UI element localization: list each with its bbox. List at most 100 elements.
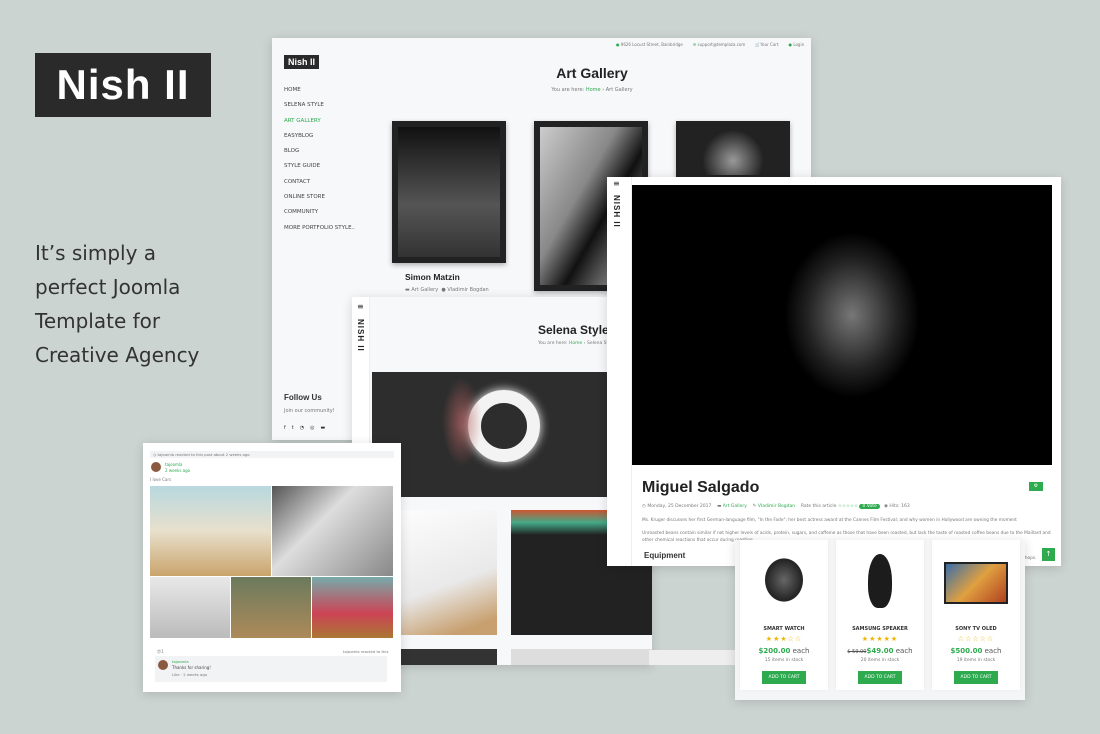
product-price: $500.00 each bbox=[950, 647, 1002, 655]
blog-image[interactable] bbox=[649, 650, 735, 665]
section-heading: Equipment bbox=[644, 551, 686, 560]
menu-item[interactable]: BLOG bbox=[284, 148, 355, 163]
tagline-line: perfect Joomla bbox=[35, 275, 181, 299]
menu-item[interactable]: COMMUNITY bbox=[284, 209, 355, 224]
post-photo[interactable] bbox=[312, 577, 393, 638]
comment-user[interactable]: tajoomla bbox=[172, 659, 189, 664]
breadcrumb-home[interactable]: Home bbox=[586, 87, 601, 93]
add-to-cart-button[interactable]: ADD TO CART bbox=[857, 671, 903, 684]
post-text: I love Cars bbox=[150, 477, 172, 482]
vertical-logo: NISH II bbox=[356, 319, 365, 352]
tagline-line: It’s simply a bbox=[35, 241, 157, 265]
user-icon: ● bbox=[788, 42, 793, 47]
author-link[interactable]: Vladimir Bogdan bbox=[758, 504, 795, 509]
dribbble-icon[interactable]: ◎ bbox=[310, 425, 314, 431]
main-menu: HOME SELENA STYLE ART GALLERY EASYBLOG B… bbox=[284, 87, 355, 240]
eye-icon: ◉ bbox=[884, 504, 888, 509]
menu-item[interactable]: CONTACT bbox=[284, 179, 355, 194]
add-to-cart-button[interactable]: ADD TO CART bbox=[953, 671, 999, 684]
social-post-window: ◷ tajoomla reacted to this post about 2 … bbox=[143, 443, 401, 692]
menu-item[interactable]: HOME bbox=[284, 87, 355, 102]
promo-logo: Nish II bbox=[35, 53, 211, 117]
reacted-text: tajoomla reacted to this bbox=[343, 649, 389, 654]
email-link[interactable]: ✉ support@templaza.com bbox=[693, 42, 745, 47]
side-strip: ≡ NISH II bbox=[607, 177, 632, 566]
login-link[interactable]: ● Login bbox=[789, 42, 805, 47]
follow-title: Follow Us bbox=[284, 393, 322, 402]
article-meta: ◷ Monday, 25 December 2017 ▬ Art Gallery… bbox=[642, 504, 910, 509]
post-photo[interactable] bbox=[150, 577, 230, 638]
blog-image[interactable] bbox=[511, 649, 652, 665]
stock-status: 15 items in stock bbox=[764, 658, 804, 663]
post-user[interactable]: tajoomla bbox=[165, 462, 182, 467]
article-para: Ms. Kruger discusses her first German-la… bbox=[642, 518, 1017, 523]
topbar: ● 9626 Locust Street, Bainbridge ✉ suppo… bbox=[616, 42, 804, 47]
product-name[interactable]: SAMSUNG SPEAKER bbox=[836, 626, 924, 632]
menu-icon[interactable]: ≡ bbox=[613, 179, 620, 188]
gallery-image[interactable] bbox=[676, 121, 790, 181]
settings-button[interactable]: ⚙ bbox=[1029, 482, 1043, 491]
product-name[interactable]: SONY TV OLED bbox=[932, 626, 1020, 632]
post-photo[interactable] bbox=[272, 486, 393, 576]
article-image bbox=[632, 185, 1052, 465]
vertical-logo: NISH II bbox=[612, 195, 621, 228]
add-to-cart-button[interactable]: ADD TO CART bbox=[761, 671, 807, 684]
follow-subtitle: Join our community! bbox=[284, 408, 335, 414]
stock-status: 19 items in stock bbox=[956, 658, 996, 663]
github-icon[interactable]: ◔ bbox=[300, 425, 304, 431]
page-title: Art Gallery bbox=[556, 65, 628, 81]
location-icon: ● bbox=[616, 42, 620, 47]
site-logo[interactable]: Nish II bbox=[284, 55, 320, 69]
youtube-icon[interactable]: ▬ bbox=[320, 425, 325, 431]
post-time[interactable]: 2 weeks ago bbox=[165, 468, 190, 473]
comment-box: tajoomla Thanks for sharing! Like · 2 we… bbox=[155, 656, 387, 682]
item-title[interactable]: Simon Matzin bbox=[405, 272, 460, 282]
product-image[interactable] bbox=[944, 562, 1008, 604]
menu-item[interactable]: SELENA STYLE bbox=[284, 102, 355, 117]
activity-bar: ◷ tajoomla reacted to this post about 2 … bbox=[150, 451, 394, 458]
article-window: ≡ NISH II Miguel Salgado ⚙ ◷ Monday, 25 … bbox=[607, 177, 1061, 566]
rating-stars: ★★★★★ bbox=[861, 635, 899, 643]
tagline-line: Creative Agency bbox=[35, 343, 200, 367]
product-price: $200.00 each bbox=[758, 647, 810, 655]
product-price: $ 59.00$49.00 each bbox=[847, 647, 913, 655]
facebook-icon[interactable]: f bbox=[284, 425, 286, 431]
product-image[interactable] bbox=[762, 555, 806, 605]
post-photo[interactable] bbox=[231, 577, 311, 638]
comment-text: Thanks for sharing! bbox=[172, 665, 211, 670]
product-name[interactable]: SMART WATCH bbox=[740, 626, 828, 632]
category-link[interactable]: Art Gallery bbox=[723, 504, 747, 509]
rating-stars: ★★★☆☆ bbox=[765, 635, 803, 643]
like-link[interactable]: Like bbox=[172, 672, 180, 677]
address: ● 9626 Locust Street, Bainbridge bbox=[616, 42, 683, 47]
product-card: SAMSUNG SPEAKER ★★★★★ $ 59.00$49.00 each… bbox=[836, 540, 924, 690]
products-window: SMART WATCH ★★★☆☆ $200.00 each 15 items … bbox=[735, 540, 1025, 700]
menu-icon[interactable]: ≡ bbox=[357, 302, 364, 311]
menu-item[interactable]: STYLE GUIDE bbox=[284, 163, 355, 178]
rating-stars: ☆☆☆☆☆ bbox=[957, 635, 995, 643]
rating-stars[interactable]: ☆☆☆☆☆ bbox=[838, 504, 858, 509]
menu-item[interactable]: ONLINE STORE bbox=[284, 194, 355, 209]
votes-badge: 0 Vote bbox=[859, 504, 880, 509]
menu-item[interactable]: EASYBLOG bbox=[284, 133, 355, 148]
mail-icon: ✉ bbox=[692, 42, 697, 47]
comment-footer: Like · 2 weeks ago bbox=[172, 672, 208, 677]
menu-item[interactable]: MORE PORTFOLIO STYLE.. bbox=[284, 225, 355, 240]
breadcrumb-home[interactable]: Home bbox=[569, 341, 582, 346]
menu-item-active[interactable]: ART GALLERY bbox=[284, 118, 355, 133]
avatar[interactable] bbox=[158, 660, 168, 670]
cart-link[interactable]: 🛒Your Cart bbox=[755, 42, 778, 47]
avatar[interactable] bbox=[151, 462, 161, 472]
social-icons: f t ◔ ◎ ▬ bbox=[284, 425, 325, 431]
tagline-line: Template for bbox=[35, 309, 161, 333]
item-meta: ▬ Art Gallery ● Vladimir Bogdan bbox=[405, 287, 489, 293]
product-image[interactable] bbox=[868, 554, 892, 608]
breadcrumb: You are here: Home › Selena Style bbox=[538, 341, 615, 346]
post-photo[interactable] bbox=[150, 486, 271, 576]
back-to-top-button[interactable]: ↑ bbox=[1042, 548, 1055, 561]
reaction-count[interactable]: 😍1 bbox=[157, 649, 164, 654]
gallery-image[interactable] bbox=[392, 121, 506, 263]
product-card: SONY TV OLED ☆☆☆☆☆ $500.00 each 19 items… bbox=[932, 540, 1020, 690]
stock-status: 20 items in stock bbox=[860, 658, 900, 663]
twitter-icon[interactable]: t bbox=[292, 425, 294, 431]
